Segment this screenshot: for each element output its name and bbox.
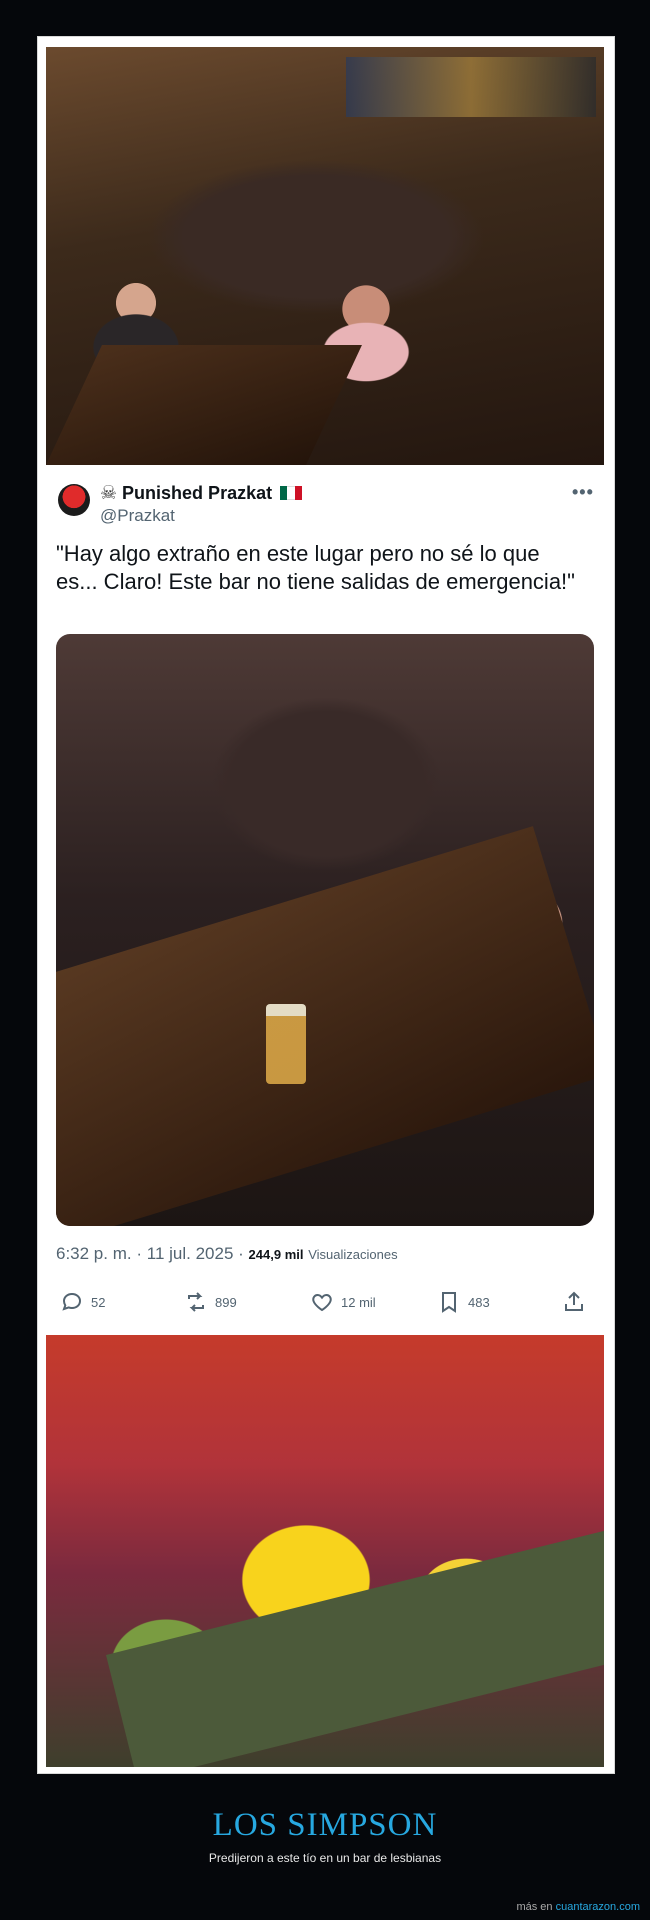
views-count: 244,9 mil: [248, 1247, 304, 1262]
tweet-meta: 6:32 p. m. · 11 jul. 2025 · 244,9 mil Vi…: [56, 1244, 398, 1264]
tweet-time[interactable]: 6:32 p. m.: [56, 1244, 132, 1263]
reply-count: 52: [91, 1294, 106, 1310]
bookmark-icon: [442, 1292, 456, 1313]
like-icon: [312, 1293, 332, 1312]
more-icon[interactable]: •••: [572, 482, 594, 503]
tweet-actions: 52 899 12 mil 483: [56, 1290, 596, 1320]
photo-bar-crowd: [46, 47, 604, 465]
display-name[interactable]: Punished Prazkat: [122, 483, 272, 504]
reply-button[interactable]: 52: [60, 1290, 105, 1314]
mexico-flag-icon: [280, 486, 303, 500]
skull-icon: ☠: [100, 482, 118, 504]
reply-icon: [62, 1292, 82, 1311]
tweet-date[interactable]: 11 jul. 2025: [147, 1244, 234, 1263]
retweet-button[interactable]: 899: [184, 1290, 237, 1314]
share-button[interactable]: [562, 1290, 586, 1314]
handle[interactable]: @Prazkat: [100, 506, 175, 526]
avatar[interactable]: [58, 484, 90, 516]
retweet-count: 899: [215, 1294, 237, 1310]
tweet-photo[interactable]: [56, 634, 594, 1226]
bookmark-button[interactable]: 483: [437, 1290, 490, 1314]
bookmark-count: 483: [468, 1294, 490, 1310]
meme-title[interactable]: LOS SIMPSON: [0, 1807, 650, 1844]
footer-prefix: más en: [516, 1901, 553, 1913]
share-icon: [565, 1291, 583, 1311]
simpsons-still: [46, 1335, 604, 1767]
bar-counter: [46, 345, 362, 465]
beer-glass: [266, 1004, 306, 1084]
like-button[interactable]: 12 mil: [310, 1290, 376, 1314]
like-count: 12 mil: [341, 1294, 376, 1310]
meta-separator: ·: [238, 1244, 244, 1263]
meme-subtitle: Predijeron a este tío en un bar de lesbi…: [208, 1851, 442, 1865]
bar-counter: [106, 1519, 604, 1767]
tweet-text: "Hay algo extraño en este lugar pero no …: [56, 541, 575, 594]
views-label: Visualizaciones: [308, 1247, 398, 1262]
bar-lights: [346, 57, 596, 117]
site-footer: más en cuantarazon.com: [516, 1901, 640, 1913]
retweet-icon: [188, 1292, 204, 1312]
bar-counter: [56, 826, 594, 1226]
meta-separator: ·: [136, 1244, 143, 1263]
site-link[interactable]: cuantarazon.com: [556, 1901, 640, 1913]
author-name-row[interactable]: ☠ Punished Prazkat: [100, 482, 303, 504]
